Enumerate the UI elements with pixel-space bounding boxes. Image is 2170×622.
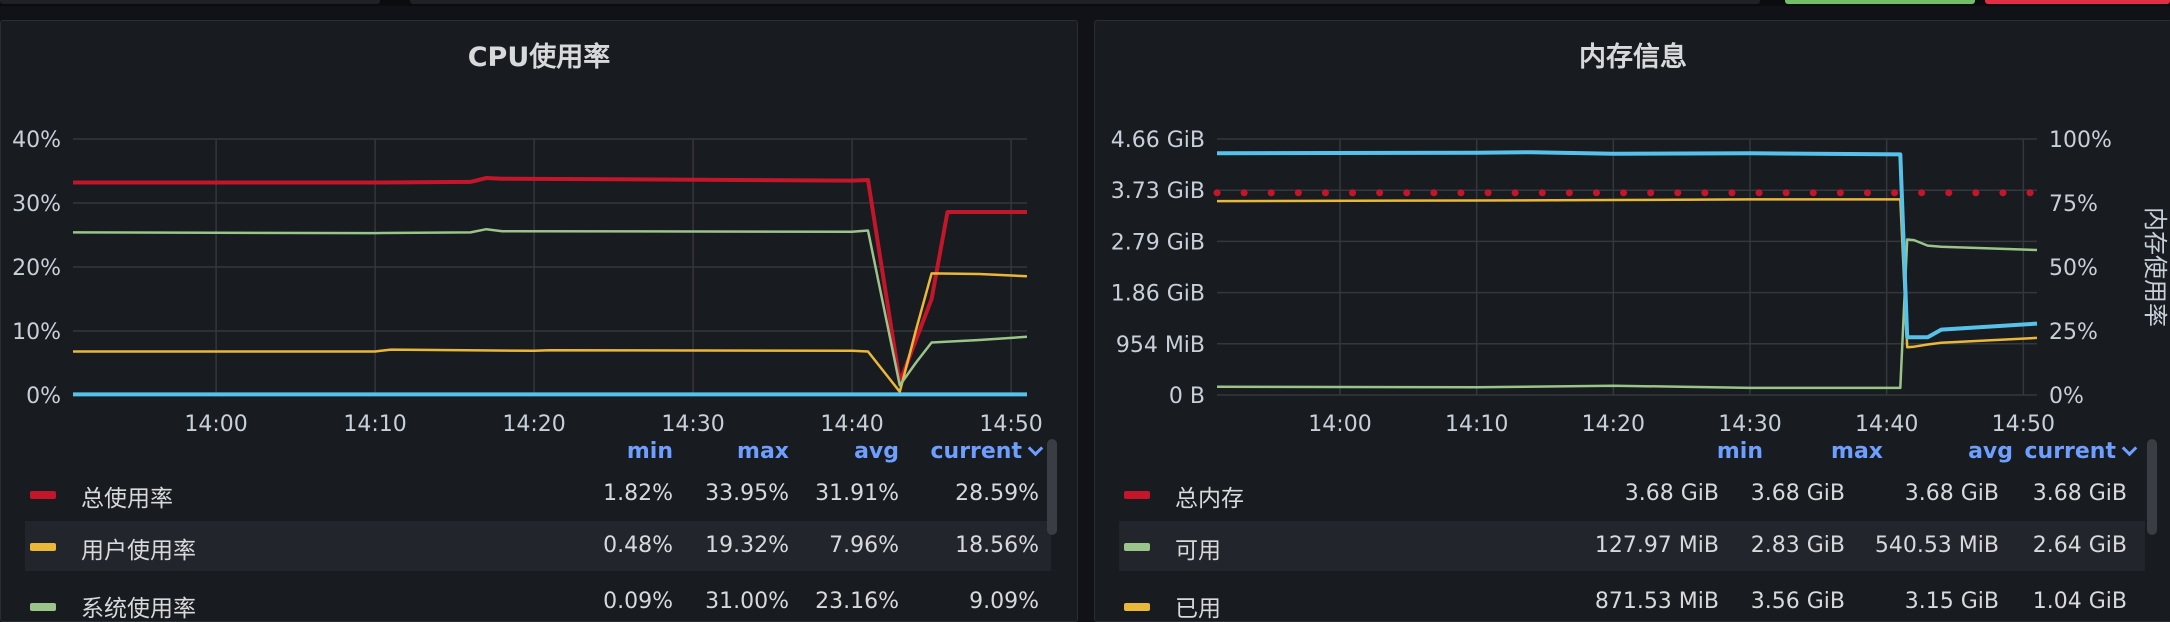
value-min: 3.68 GiB — [1624, 481, 1719, 506]
legend-header-current[interactable]: current — [1995, 439, 2138, 464]
y-right-tick-label: 50% — [2049, 256, 2098, 281]
value-max: 3.68 GiB — [1750, 481, 1845, 506]
x-tick-label: 14:10 — [343, 412, 406, 437]
y-right-tick-label: 75% — [2049, 192, 2098, 217]
x-tick-label: 14:50 — [979, 412, 1042, 437]
x-tick-label: 14:50 — [1992, 412, 2055, 437]
chevron-down-icon — [1027, 440, 1044, 457]
value-max: 19.32% — [705, 533, 789, 558]
legend-header-current-label: current — [2024, 439, 2116, 464]
y-tick-label: 10% — [12, 320, 61, 345]
value-max: 33.95% — [705, 481, 789, 506]
legend-header-min[interactable]: min — [581, 439, 673, 464]
series-name[interactable]: 已用 — [1175, 589, 1221, 621]
x-tick-label: 14:20 — [1582, 412, 1645, 437]
legend-header: min max avg current — [1, 439, 1077, 469]
y-tick-label: 4.66 GiB — [1111, 128, 1205, 153]
value-avg: 3.68 GiB — [1904, 481, 1999, 506]
x-tick-label: 14:40 — [820, 412, 883, 437]
series-color-swatch[interactable] — [30, 603, 56, 611]
series-color-swatch[interactable] — [30, 491, 56, 499]
y-tick-label: 3.73 GiB — [1111, 179, 1205, 204]
series-name[interactable]: 用户使用率 — [81, 531, 196, 565]
series-color-swatch[interactable] — [1124, 491, 1150, 499]
memory-info-chart[interactable]: 14:00 14:10 14:20 14:30 14:40 14:50 0 B 954 MiB… — [1095, 111, 2170, 441]
top-panel-edge — [0, 0, 380, 4]
legend-row[interactable]: 可用 127.97 MiB 2.83 GiB 540.53 MiB 2.64 G… — [1119, 521, 2145, 571]
x-tick-label: 14:40 — [1855, 412, 1918, 437]
y-tick-label: 0 B — [1169, 384, 1205, 409]
status-bar-red — [1985, 0, 2170, 4]
y-tick-label: 20% — [12, 256, 61, 281]
cpu-usage-panel[interactable]: CPU使用率 14:00 14:10 14:20 14:30 14:40 14:50 0% 1… — [0, 20, 1078, 622]
value-current: 28.59% — [955, 481, 1039, 506]
legend-header-min[interactable]: min — [1665, 439, 1763, 464]
legend-header-avg[interactable]: avg — [801, 439, 899, 464]
series-name[interactable]: 总使用率 — [81, 479, 173, 513]
value-max: 2.83 GiB — [1750, 533, 1845, 558]
legend-row[interactable]: 总使用率 1.82% 33.95% 31.91% 28.59% — [25, 469, 1051, 519]
panel-title[interactable]: CPU使用率 — [1, 35, 1077, 74]
memory-info-panel[interactable]: 内存信息 14:00 14:10 14:20 14:30 14:40 14:50 0 B 95… — [1094, 20, 2170, 622]
x-tick-label: 14:30 — [1718, 412, 1781, 437]
value-min: 1.82% — [603, 481, 673, 506]
value-avg: 7.96% — [829, 533, 899, 558]
series-color-swatch[interactable] — [1124, 603, 1150, 611]
legend-header-max[interactable]: max — [1785, 439, 1883, 464]
panel-title[interactable]: 内存信息 — [1095, 35, 2170, 74]
y-right-tick-label: 100% — [2049, 128, 2112, 153]
y-tick-label: 40% — [12, 128, 61, 153]
x-tick-label: 14:00 — [1308, 412, 1371, 437]
value-min: 0.48% — [603, 533, 673, 558]
x-tick-label: 14:20 — [502, 412, 565, 437]
top-panel-edge — [410, 0, 1760, 4]
series-color-swatch[interactable] — [30, 543, 56, 551]
value-current: 3.68 GiB — [2032, 481, 2127, 506]
y-tick-label: 0% — [26, 384, 61, 409]
y-tick-label: 954 MiB — [1116, 333, 1205, 358]
series-name[interactable]: 系统使用率 — [81, 589, 196, 621]
x-tick-label: 14:30 — [661, 412, 724, 437]
series-color-swatch[interactable] — [1124, 543, 1150, 551]
series-name[interactable]: 可用 — [1175, 531, 1221, 565]
value-avg: 31.91% — [815, 481, 899, 506]
top-strip — [0, 0, 2170, 6]
y-tick-label: 30% — [12, 192, 61, 217]
value-min: 127.97 MiB — [1594, 533, 1719, 558]
x-tick-label: 14:00 — [184, 412, 247, 437]
legend-header-max[interactable]: max — [691, 439, 789, 464]
y-right-tick-label: 25% — [2049, 320, 2098, 345]
legend-header: min max avg current — [1095, 439, 2170, 469]
legend-header-current-label: current — [930, 439, 1022, 464]
value-current: 18.56% — [955, 533, 1039, 558]
x-tick-label: 14:10 — [1445, 412, 1508, 437]
legend-row[interactable]: 用户使用率 0.48% 19.32% 7.96% 18.56% — [25, 521, 1051, 571]
legend-header-current[interactable]: current — [901, 439, 1044, 464]
series-name[interactable]: 总内存 — [1175, 479, 1244, 513]
value-current: 2.64 GiB — [2032, 533, 2127, 558]
y-tick-label: 1.86 GiB — [1111, 282, 1205, 307]
value-avg: 540.53 MiB — [1874, 533, 1999, 558]
legend-scrollbar[interactable] — [2147, 439, 2157, 535]
y-axis-right-title: 内存使用率 — [2141, 207, 2169, 327]
legend-scrollbar[interactable] — [1047, 439, 1057, 535]
y-right-tick-label: 0% — [2049, 384, 2084, 409]
cpu-usage-chart[interactable]: 14:00 14:10 14:20 14:30 14:40 14:50 0% 10% 20% 30… — [1, 111, 1077, 441]
chevron-down-icon — [2121, 440, 2138, 457]
y-tick-label: 2.79 GiB — [1111, 230, 1205, 255]
status-bar-green — [1785, 0, 1975, 4]
legend-row[interactable]: 总内存 3.68 GiB 3.68 GiB 3.68 GiB 3.68 GiB — [1119, 469, 2145, 519]
